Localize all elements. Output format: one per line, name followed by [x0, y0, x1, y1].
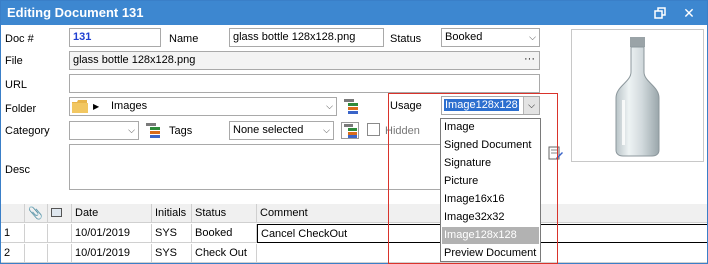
grid-cell-initials[interactable]: SYS	[152, 224, 192, 243]
grid-header-rownum	[1, 204, 25, 223]
name-label: Name	[169, 33, 199, 45]
note-column-header[interactable]	[48, 204, 72, 223]
url-label: URL	[5, 79, 28, 91]
chevron-down-icon: ⌵	[323, 125, 330, 135]
grid-cell-status[interactable]: Check Out	[192, 244, 257, 263]
folder-expand-icon[interactable]: ▶	[93, 98, 99, 115]
file-field[interactable]: glass bottle 128x128.png ···	[69, 51, 540, 70]
status-select[interactable]: Booked ⌵	[441, 28, 540, 47]
attachment-column-header[interactable]: 📎	[25, 204, 48, 223]
grid-cell-attachment	[25, 244, 48, 263]
chevron-down-icon: ⌵	[529, 32, 536, 42]
history-grid: 📎 Date Initials Status Comment 1 10/01/2…	[1, 204, 707, 264]
restore-window-icon[interactable]	[651, 4, 669, 22]
note-icon	[51, 208, 62, 217]
desc-label: Desc	[5, 164, 31, 176]
folder-value: Images	[111, 100, 148, 112]
usage-option-image16x16[interactable]: Image16x16	[442, 191, 539, 208]
tags-value: None selected	[233, 124, 304, 136]
doc-no-label: Doc #	[5, 33, 34, 45]
tags-label: Tags	[169, 125, 193, 137]
usage-option-picture[interactable]: Picture	[442, 173, 539, 190]
category-label: Category	[5, 125, 50, 137]
browse-file-button[interactable]: ···	[524, 52, 535, 68]
grid-cell-attachment	[25, 224, 48, 243]
doc-no-field[interactable]: 131	[69, 28, 161, 47]
grid-cell-note	[48, 224, 72, 243]
tags-tree-icon[interactable]	[341, 122, 359, 139]
grid-cell-status[interactable]: Booked	[192, 224, 257, 243]
title-bar: Editing Document 131 ✕	[1, 1, 707, 25]
grid-cell-date[interactable]: 10/01/2019	[72, 224, 152, 243]
folder-icon	[72, 100, 88, 113]
edit-document-window: Editing Document 131 ✕ Doc # 131 Name gl…	[0, 0, 708, 264]
grid-row-number: 2	[1, 244, 25, 263]
grid-cell-note	[48, 244, 72, 263]
category-select[interactable]: ⌵	[69, 121, 139, 140]
hidden-checkbox[interactable]	[367, 123, 380, 136]
initials-column-header[interactable]: Initials	[152, 204, 192, 223]
image-preview	[571, 29, 704, 162]
close-icon[interactable]: ✕	[680, 4, 698, 22]
date-column-header[interactable]: Date	[72, 204, 152, 223]
chevron-down-icon: ⌵	[326, 101, 333, 111]
usage-option-signed-document[interactable]: Signed Document	[442, 137, 539, 154]
usage-option-preview-document[interactable]: Preview Document	[442, 245, 539, 262]
usage-option-image32x32[interactable]: Image32x32	[442, 209, 539, 226]
status-value: Booked	[445, 31, 483, 43]
tags-select[interactable]: None selected ⌵	[229, 121, 334, 140]
url-field[interactable]	[69, 74, 540, 93]
usage-option-image[interactable]: Image	[442, 119, 539, 136]
status-label: Status	[390, 33, 422, 45]
glass-bottle-image	[615, 37, 660, 157]
name-field[interactable]: glass bottle 128x128.png	[229, 28, 384, 47]
grid-row-number: 1	[1, 224, 25, 243]
paperclip-icon: 📎	[28, 206, 43, 220]
chevron-down-icon: ⌵	[128, 125, 135, 135]
status-column-header[interactable]: Status	[192, 204, 257, 223]
file-value: glass bottle 128x128.png	[73, 54, 196, 66]
folder-select[interactable]: ▶ Images ⌵	[69, 97, 337, 116]
folder-label: Folder	[5, 103, 37, 115]
usage-dropdown-list[interactable]: Image Signed Document Signature Picture …	[440, 118, 541, 262]
usage-option-signature[interactable]: Signature	[442, 155, 539, 172]
usage-option-image128x128[interactable]: Image128x128	[442, 227, 539, 244]
window-title: Editing Document 131	[7, 5, 144, 20]
category-tree-icon[interactable]	[146, 123, 160, 138]
grid-cell-date[interactable]: 10/01/2019	[72, 244, 152, 263]
file-label: File	[5, 55, 23, 67]
folder-tree-icon[interactable]	[344, 99, 358, 114]
grid-cell-initials[interactable]: SYS	[152, 244, 192, 263]
